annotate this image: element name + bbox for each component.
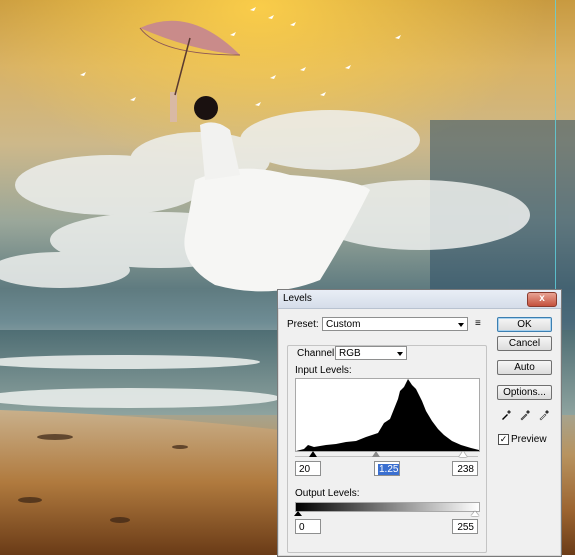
close-button[interactable]: x: [527, 292, 557, 307]
histogram: [295, 378, 480, 452]
preview-label: Preview: [511, 434, 547, 445]
input-black-slider[interactable]: [309, 451, 317, 457]
gray-eyedropper-icon[interactable]: [519, 409, 531, 421]
chevron-down-icon: [397, 352, 403, 356]
preset-label: Preset:: [287, 319, 319, 330]
channel-select[interactable]: RGB: [335, 346, 407, 360]
histogram-graph: [296, 379, 479, 451]
input-gamma-slider[interactable]: [372, 451, 380, 457]
preview-checkbox[interactable]: ✓: [498, 434, 509, 445]
options-button[interactable]: Options...: [497, 385, 552, 400]
input-white-field[interactable]: 238: [452, 461, 478, 476]
output-white-field[interactable]: 255: [452, 519, 478, 534]
cancel-button[interactable]: Cancel: [497, 336, 552, 351]
preset-select[interactable]: Custom: [322, 317, 468, 331]
dialog-title: Levels: [283, 293, 312, 304]
ok-button[interactable]: OK: [497, 317, 552, 332]
preset-menu-icon[interactable]: ≡: [475, 319, 481, 329]
input-gamma-field[interactable]: 1.25: [374, 461, 400, 476]
output-black-field[interactable]: 0: [295, 519, 321, 534]
chevron-down-icon: [458, 323, 464, 327]
guide-line: [555, 0, 556, 290]
white-eyedropper-icon[interactable]: [538, 409, 550, 421]
output-white-slider[interactable]: [471, 511, 479, 516]
input-slider-track: [295, 456, 478, 457]
channel-value: RGB: [339, 348, 361, 359]
levels-dialog: Levels x Preset: Custom ≡ Channel: RGB I…: [277, 289, 562, 557]
input-gamma-value: 1.25: [378, 464, 400, 475]
black-eyedropper-icon[interactable]: [500, 409, 512, 421]
input-white-slider[interactable]: [459, 451, 467, 457]
output-levels-label: Output Levels:: [295, 488, 360, 499]
channel-label: Channel:: [295, 348, 340, 359]
input-black-field[interactable]: 20: [295, 461, 321, 476]
output-black-slider[interactable]: [294, 511, 302, 516]
dialog-titlebar[interactable]: Levels x: [278, 290, 561, 309]
preset-value: Custom: [326, 319, 361, 330]
auto-button[interactable]: Auto: [497, 360, 552, 375]
input-levels-label: Input Levels:: [295, 365, 352, 376]
output-gradient-bar: [295, 502, 480, 512]
